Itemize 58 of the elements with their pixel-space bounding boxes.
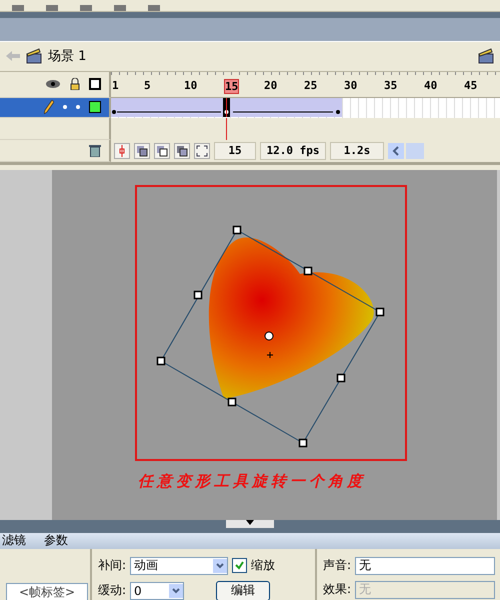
sound-label: 声音: <box>323 557 352 574</box>
panel-tab[interactable]: 滤镜 <box>2 532 26 550</box>
onion-outline-button[interactable] <box>154 142 170 159</box>
eye-icon[interactable] <box>45 79 61 90</box>
clapper-icon <box>26 48 42 64</box>
frame-number: 25 <box>304 78 318 92</box>
scale-checkbox[interactable] <box>232 558 248 574</box>
frame-number: 20 <box>264 78 278 92</box>
layer-color-swatch[interactable] <box>89 101 101 114</box>
toolbar-icon[interactable] <box>46 4 58 11</box>
current-frame: 15 <box>214 142 256 160</box>
frame-number: 5 <box>144 78 151 92</box>
pencil-icon <box>44 100 54 114</box>
stage-caption: 任意变形工具旋转一个角度 <box>138 472 366 492</box>
scrollbar-drawing[interactable] <box>388 142 424 159</box>
ease-label: 缓动: <box>98 582 126 600</box>
frame-label-field[interactable]: <帧标签> <box>6 582 88 600</box>
frame-number: 30 <box>344 78 358 92</box>
frame-number: 35 <box>384 78 398 92</box>
squares-icon <box>136 144 148 157</box>
toolbar-icon[interactable] <box>148 4 160 11</box>
frame-marker-icon <box>119 144 125 157</box>
squares-icon <box>156 144 168 157</box>
toolbar-icon[interactable] <box>12 4 24 11</box>
visibility-dot-icon[interactable] <box>63 105 67 110</box>
frame-number: 45 <box>464 78 478 92</box>
onion-markers-button[interactable] <box>194 142 210 159</box>
tween-frames-drawing[interactable] <box>111 98 343 118</box>
effect-label: 效果: <box>323 581 352 598</box>
layer-row[interactable] <box>0 98 111 118</box>
outline-icon[interactable] <box>89 78 101 90</box>
scene-name: 场景 1 <box>48 48 86 66</box>
frame-number: 15 <box>224 78 240 94</box>
elapsed-time: 1.2s <box>330 142 384 160</box>
lock-icon[interactable] <box>70 78 80 90</box>
frame-number: 40 <box>424 78 438 92</box>
edit-scene-icon <box>478 48 494 64</box>
panel-tab[interactable]: 参数 <box>44 532 68 550</box>
toolbar-icon[interactable] <box>80 4 92 11</box>
tween-dropdown[interactable]: 动画 <box>130 556 228 575</box>
triangle-icon <box>246 520 254 526</box>
ease-field[interactable]: 0 <box>130 582 184 600</box>
center-frame-button[interactable] <box>114 142 130 159</box>
lock-dot-icon[interactable] <box>76 105 80 110</box>
trash-icon[interactable] <box>89 144 101 157</box>
frame-number: 10 <box>184 78 198 92</box>
sound-dropdown[interactable]: 无 <box>355 556 496 575</box>
squares-icon <box>176 144 188 157</box>
brackets-icon <box>196 144 208 157</box>
edit-button[interactable]: 编辑 <box>216 580 270 600</box>
scale-label: 缩放 <box>251 557 276 574</box>
edit-multiple-frames-button[interactable] <box>174 142 190 159</box>
frame-rate: 12.0 fps <box>260 142 326 160</box>
tween-label: 补间: <box>98 557 126 574</box>
collapse-button[interactable] <box>226 520 274 528</box>
onion-skin-button[interactable] <box>134 142 150 159</box>
frame-number: 1 <box>112 78 119 92</box>
toolbar-icon[interactable] <box>114 4 126 11</box>
